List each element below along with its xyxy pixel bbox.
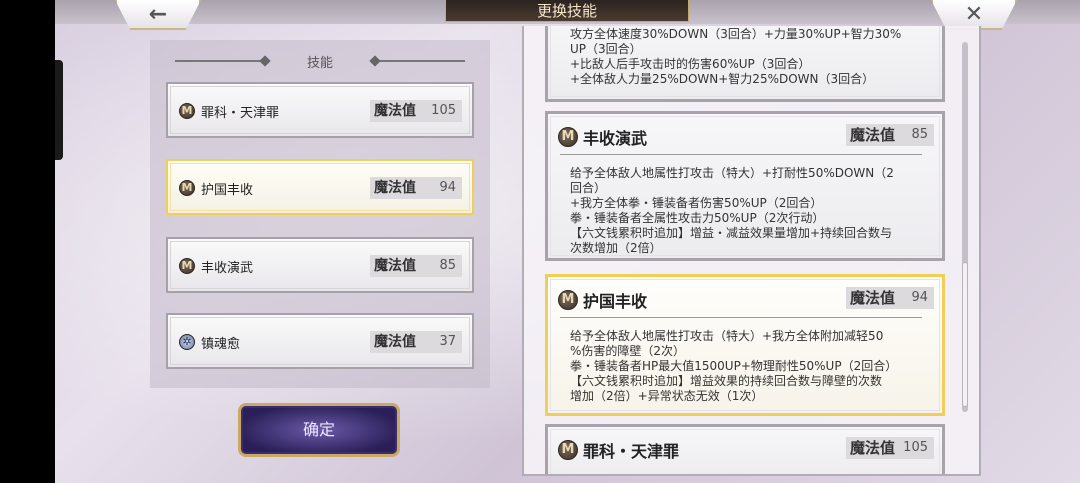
skill-name: 护国丰收: [201, 183, 254, 198]
mp-cost: 魔法值 85: [846, 124, 934, 146]
skill-card-fengshou[interactable]: M 丰收演武 魔法值 85 给予全体敌人地属性打攻击（特大）+打耐性50%DOW…: [545, 111, 945, 261]
skill-emblem-icon: M: [558, 440, 578, 460]
desc-line: 【六文钱累积时追加】增益效果的持续回合数与障壁的次数: [570, 374, 883, 388]
mp-value: 94: [911, 290, 928, 305]
mp-cost: 魔法值 105: [846, 437, 934, 459]
desc-line: 攻方全体速度30%DOWN（3回合）+力量30%UP+智力30%: [570, 27, 902, 41]
game-screen: ← 更换技能 ✕ 技能 M 罪科・天津罪 魔法值 105 M 护国丰收 魔法值 …: [55, 0, 1080, 483]
desc-line: 回合）: [570, 181, 607, 195]
mp-label: 魔法值: [374, 103, 416, 119]
skill-emblem-icon: M: [558, 127, 578, 147]
desc-line: 拳・锤装备者全属性攻击力50%UP（2次行动）: [570, 211, 825, 225]
close-icon: ✕: [964, 1, 984, 27]
skill-card-huguo[interactable]: M 护国丰收 魔法值 94 给予全体敌人地属性打攻击（特大）+我方全体附加减轻5…: [545, 274, 945, 416]
skill-list-panel: 技能 M 罪科・天津罪 魔法值 105 M 护国丰收 魔法值 94 M 丰收演武…: [150, 40, 490, 388]
mp-label: 魔法值: [374, 334, 416, 350]
mp-cost: 魔法值 94: [370, 177, 462, 199]
skill-emblem-icon: M: [558, 290, 578, 310]
desc-line: +全体敌人力量25%DOWN+智力25%DOWN（3回合）: [570, 72, 875, 86]
mp-label: 魔法值: [850, 126, 896, 144]
mp-value: 85: [439, 258, 456, 273]
desc-line: %伤害的障壁（2次）: [570, 344, 686, 358]
desc-line: 拳・锤装备者HP最大值1500UP+物理耐性50%UP（2回合）: [570, 359, 898, 373]
desc-line: +我方全体拳・锤装备者伤害50%UP（2回合）: [570, 196, 823, 210]
scrollbar-thumb[interactable]: [962, 262, 968, 407]
mp-value: 94: [439, 180, 456, 195]
skill-name: 丰收演武: [583, 129, 648, 148]
skill-description: 给予全体敌人地属性打攻击（特大）+打耐性50%DOWN（2 回合） +我方全体拳…: [570, 166, 928, 256]
desc-line: 给予全体敌人地属性打攻击（特大）+我方全体附加减轻50: [570, 329, 884, 343]
skill-emblem-icon: M: [179, 180, 195, 196]
device-edge: [55, 60, 63, 160]
desc-line: 给予全体敌人地属性打攻击（特大）+打耐性50%DOWN（2: [570, 166, 894, 180]
mp-label: 魔法值: [850, 439, 896, 457]
snowflake-icon: ✲: [179, 334, 195, 350]
skill-emblem-icon: M: [179, 103, 195, 119]
mp-cost: 魔法值 85: [370, 255, 462, 277]
desc-line: 【六文钱累积时追加】增益・减益效果量增加+持续回合数与: [570, 226, 893, 240]
mp-value: 37: [439, 334, 456, 349]
skill-name: 罪科・天津罪: [201, 106, 280, 121]
mp-value: 85: [911, 127, 928, 142]
skill-row-fengshou[interactable]: M 丰收演武 魔法值 85: [166, 237, 474, 293]
page-title: 更换技能: [445, 0, 689, 22]
mp-value: 105: [431, 103, 456, 118]
skill-name: 丰收演武: [201, 261, 254, 276]
back-arrow-icon: ←: [148, 1, 168, 27]
skill-description: 给予全体敌人地属性打攻击（特大）+我方全体附加减轻50 %伤害的障壁（2次） 拳…: [570, 329, 928, 404]
skill-card-partial[interactable]: 攻方全体速度30%DOWN（3回合）+力量30%UP+智力30% UP（3回合）…: [545, 26, 945, 102]
mp-cost: 魔法值 94: [846, 287, 934, 309]
skill-row-zuike[interactable]: M 罪科・天津罪 魔法值 105: [166, 82, 474, 138]
skill-description: 攻方全体速度30%DOWN（3回合）+力量30%UP+智力30% UP（3回合）…: [570, 27, 928, 87]
desc-line: 次数增加（2倍）: [570, 241, 662, 255]
skill-detail-panel[interactable]: 攻方全体速度30%DOWN（3回合）+力量30%UP+智力30% UP（3回合）…: [522, 26, 981, 476]
mp-label: 魔法值: [374, 258, 416, 274]
skill-emblem-icon: M: [179, 258, 195, 274]
skill-name: 罪科・天津罪: [583, 442, 680, 461]
mp-label: 魔法值: [374, 180, 416, 196]
divider: [560, 317, 922, 318]
skill-card-zuike[interactable]: M 罪科・天津罪 魔法值 105: [545, 424, 945, 474]
divider: [560, 154, 922, 155]
desc-line: +比敌人后手攻击时的伤害60%UP（3回合）: [570, 57, 811, 71]
skill-name: 护国丰收: [583, 292, 648, 311]
desc-line: 增加（2倍）+异常状态无效（1次）: [570, 389, 764, 403]
desc-line: UP（3回合）: [570, 42, 642, 56]
mp-label: 魔法值: [850, 289, 896, 307]
mp-cost: 魔法值 105: [370, 100, 462, 122]
confirm-button[interactable]: 确定: [238, 403, 400, 457]
back-button[interactable]: ←: [115, 0, 201, 30]
skill-row-zhenhun[interactable]: ✲ 镇魂愈 魔法值 37: [166, 313, 474, 369]
mp-value: 105: [903, 440, 928, 455]
skill-name: 镇魂愈: [201, 337, 241, 352]
mp-cost: 魔法值 37: [370, 331, 462, 353]
skill-row-huguo[interactable]: M 护国丰收 魔法值 94: [166, 159, 474, 215]
ornament-divider-right: [375, 60, 465, 62]
